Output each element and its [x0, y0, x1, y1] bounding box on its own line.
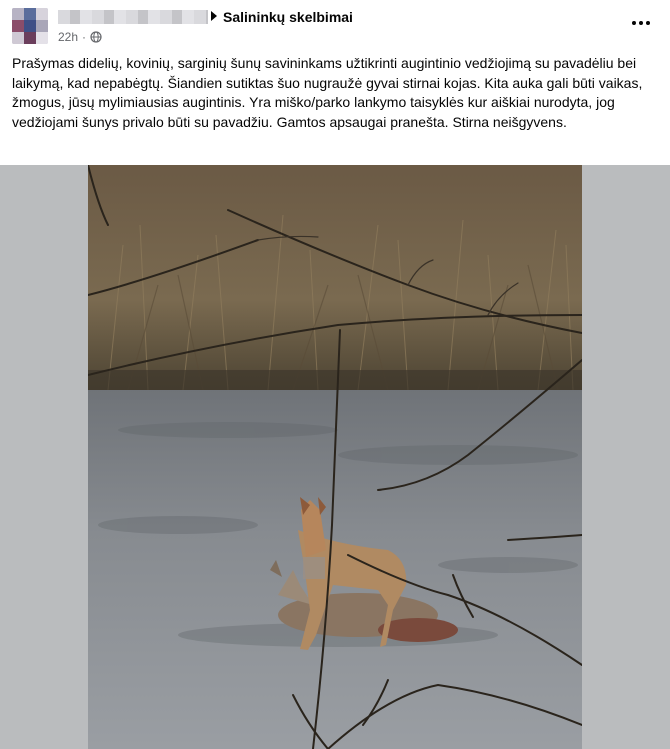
separator-dot: · — [82, 30, 87, 44]
group-name[interactable]: Salininkų skelbimai — [223, 9, 353, 25]
avatar[interactable] — [12, 8, 48, 44]
post-header: Salininkų skelbimai 22h · — [0, 0, 670, 50]
video-frame[interactable] — [88, 165, 582, 749]
post-text: Prašymas didelių, kovinių, sarginių šunų… — [12, 55, 643, 130]
post-video[interactable] — [0, 165, 670, 749]
author-name-blurred[interactable] — [58, 10, 208, 24]
timestamp[interactable]: 22h — [58, 30, 78, 44]
globe-icon[interactable] — [90, 31, 102, 43]
more-options-icon[interactable] — [630, 17, 652, 29]
post-meta: 22h · — [58, 30, 102, 44]
video-still-image — [88, 165, 582, 749]
caret-right-icon — [211, 11, 217, 21]
